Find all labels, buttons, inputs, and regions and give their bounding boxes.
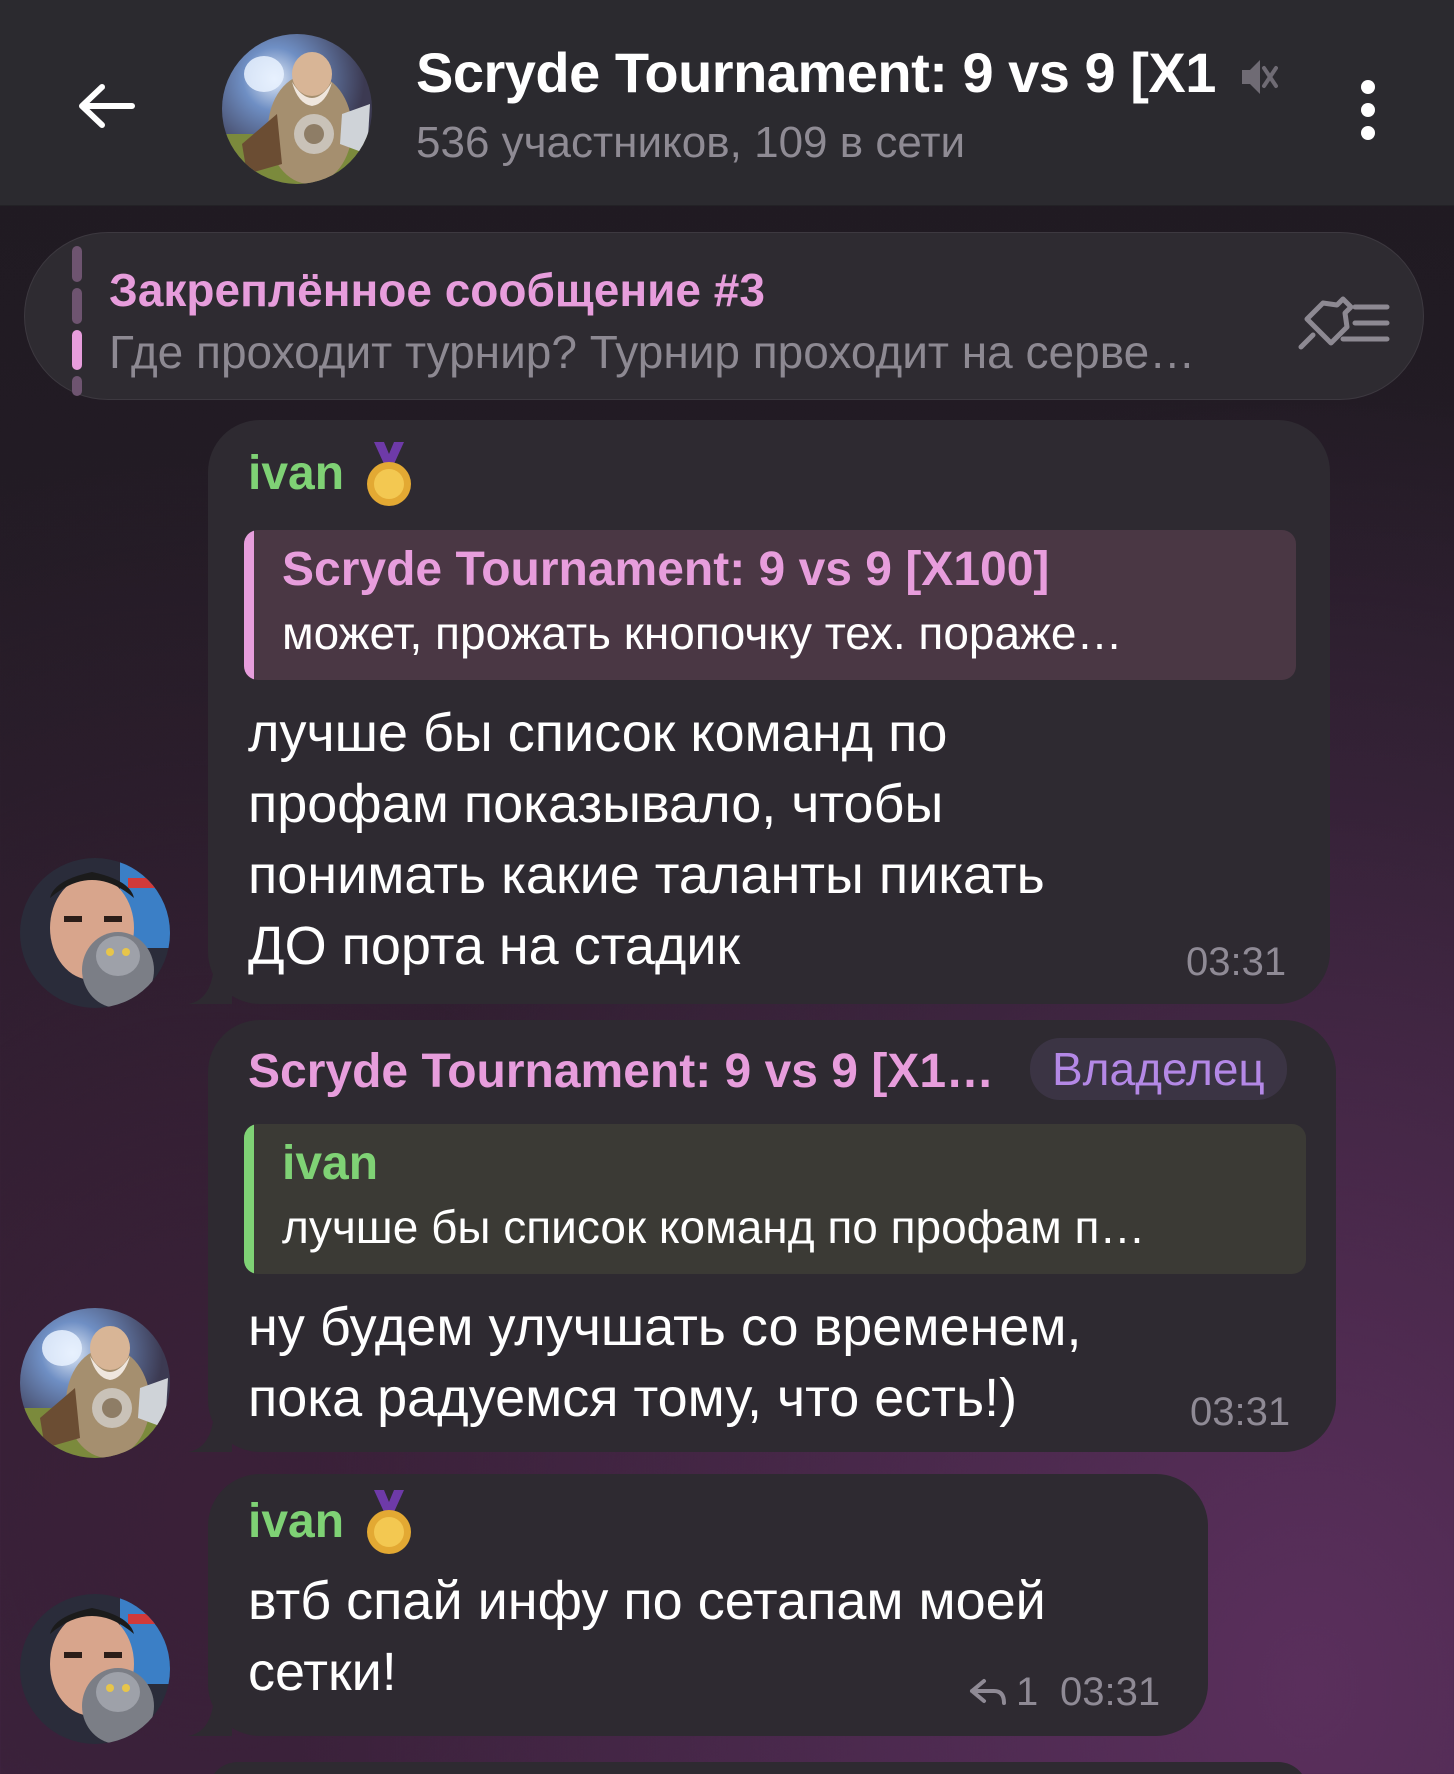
group-avatar[interactable] [222,34,372,184]
pinned-preview: Где проходит турнир? Турнир проходит на … [109,326,1196,378]
reply-arrow-icon [970,1678,1006,1705]
message-time: 03:31 [1186,940,1287,984]
medal-icon [367,1490,411,1554]
chat-title[interactable]: Scryde Tournament: 9 vs 9 [X100] [416,40,1216,105]
message-text: лучше бы список команд по профам показыв… [248,703,1045,976]
more-vertical-icon [1361,80,1375,140]
chat-header: Scryde Tournament: 9 vs 9 [X100] 536 уча… [0,0,1454,206]
member-count: 536 участников, 109 в сети [416,118,966,167]
replies-count: 1 [1016,1670,1039,1714]
user-avatar[interactable] [20,1594,170,1744]
message-time: 03:31 [1060,1670,1161,1714]
owner-badge: Владелец [1030,1038,1287,1100]
arrow-left-icon [79,84,135,128]
reply-sender: Scryde Tournament: 9 vs 9 [X100] [282,543,1050,596]
message-text: ну будем улучшать со временем, пока раду… [248,1297,1082,1428]
back-button[interactable] [56,66,156,146]
message-bubble-partial [208,1762,1308,1774]
more-menu-button[interactable] [1340,70,1396,150]
reply-sender: ivan [282,1137,379,1190]
reply-preview[interactable]: Scryde Tournament: 9 vs 9 [X100] может, … [244,530,1296,680]
message-bubble[interactable]: Scryde Tournament: 9 vs 9 [X1… Владелец … [188,1020,1336,1452]
replies-counter[interactable]: 1 [968,1670,1038,1715]
sender-name[interactable]: ivan [248,446,344,501]
pinned-list-button[interactable] [1293,285,1393,355]
sender-name[interactable]: ivan [248,1494,344,1549]
message-bubble[interactable]: ivan втб спай инфу по сетапам моей сетки… [188,1474,1208,1736]
pinned-title: Закреплённое сообщение #3 [109,264,765,316]
sender-name[interactable]: Scryde Tournament: 9 vs 9 [X1… [248,1044,994,1099]
pin-list-icon [1298,296,1390,350]
pinned-message-bar[interactable]: Закреплённое сообщение #3 Где проходит т… [24,232,1424,400]
message-time: 03:31 [1190,1390,1291,1434]
muted-speaker-icon [1242,60,1278,94]
group-avatar[interactable] [20,1308,170,1458]
reply-text: может, прожать кнопочку тех. пораже… [282,607,1123,659]
user-avatar[interactable] [20,858,170,1008]
message-bubble[interactable]: ivan Scryde Tournament: 9 vs 9 [X100] мо… [188,420,1330,1004]
pinned-indicator [72,238,82,398]
reply-text: лучше бы список команд по профам п… [282,1201,1146,1253]
reply-preview[interactable]: ivan лучше бы список команд по профам п… [244,1124,1306,1274]
medal-icon [367,442,411,506]
